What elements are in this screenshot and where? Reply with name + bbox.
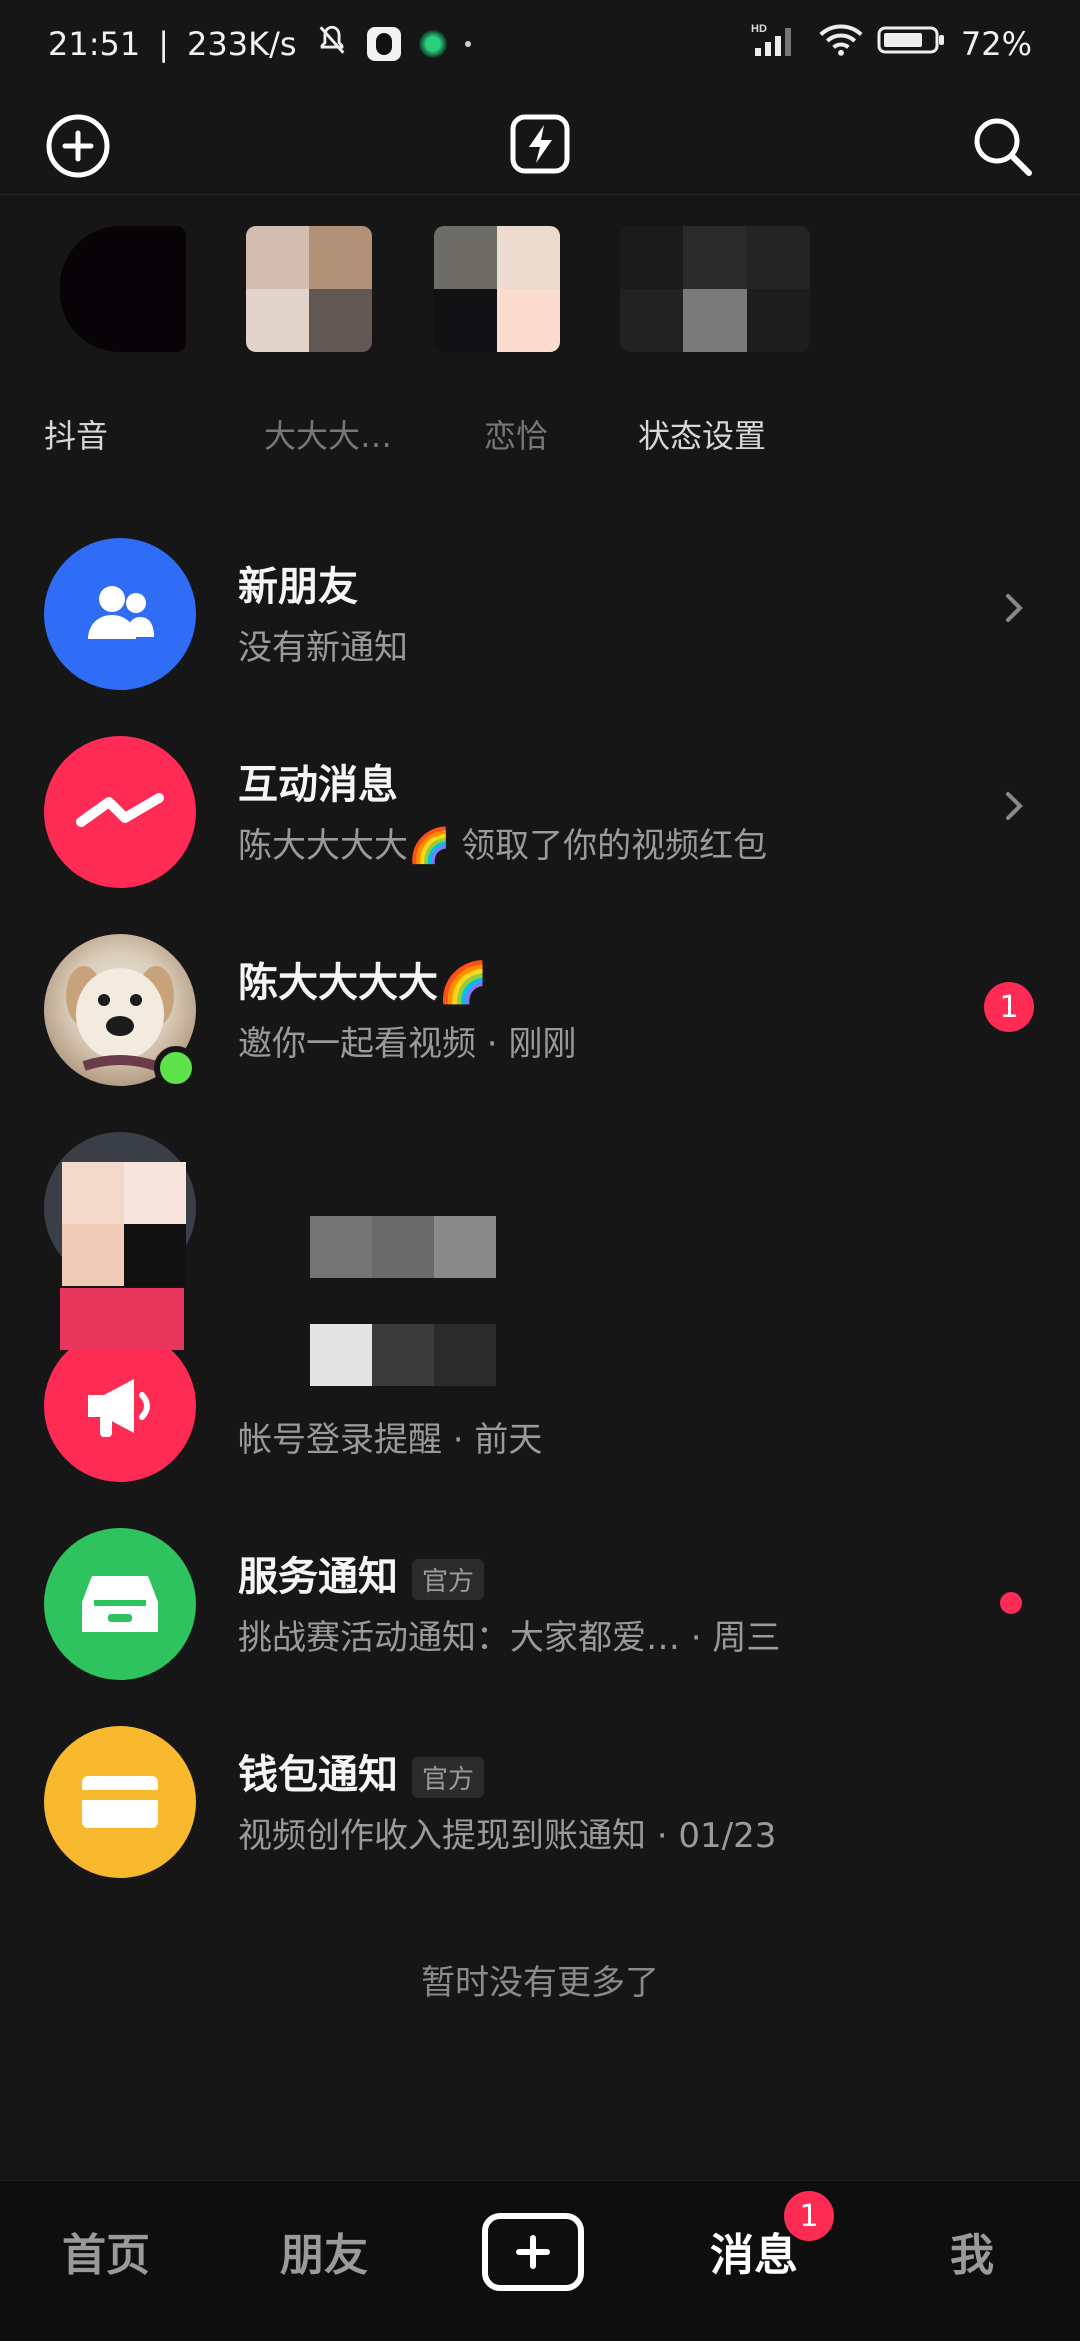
wifi-icon — [819, 23, 863, 65]
row-title-text: 钱包通知 — [238, 1752, 398, 1798]
story-avatar — [434, 226, 560, 352]
status-bar: 21:51 | 233K/s HD 72% — [0, 0, 1080, 88]
add-icon — [46, 114, 110, 178]
avatar — [44, 736, 196, 888]
nav-me[interactable]: 我 — [950, 2219, 994, 2283]
nav-home[interactable]: 首页 — [62, 2219, 150, 2283]
chevron-right-icon — [1006, 594, 1023, 622]
story-label: 恋恰 — [483, 417, 548, 455]
story-item[interactable]: 恋恰 — [434, 226, 574, 455]
story-avatar — [620, 226, 810, 352]
add-button[interactable] — [38, 106, 118, 186]
inbox-icon — [82, 1576, 158, 1632]
battery-icon — [877, 23, 947, 65]
avatar — [44, 538, 196, 690]
bottom-nav: 首页 朋友 消息 1 我 — [0, 2180, 1080, 2341]
avatar — [44, 1528, 196, 1680]
story-item[interactable]: 状态设置 — [620, 226, 810, 455]
search-icon — [974, 118, 1032, 176]
official-tag: 官方 — [412, 1756, 485, 1798]
card-icon — [82, 1776, 158, 1828]
list-item-hidden[interactable] — [0, 1114, 1080, 1312]
row-title: 钱包通知 官方 — [238, 1742, 485, 1800]
status-left: 21:51 | 233K/s — [48, 23, 471, 65]
story-label: 大大大… — [263, 417, 392, 455]
plus-icon — [516, 2235, 550, 2269]
search-button[interactable] — [962, 106, 1042, 186]
status-separator: | — [158, 25, 169, 63]
top-bar — [0, 88, 1080, 195]
row-subtitle: 视频创作收入提现到账通知 · 01/23 — [238, 1816, 777, 1856]
list-item-service-notice[interactable]: 服务通知 官方 挑战赛活动通知：大家都爱… · 周三 — [0, 1510, 1080, 1708]
story-avatar — [246, 226, 372, 352]
avatar — [44, 1726, 196, 1878]
story-label: 状态设置 — [637, 417, 766, 455]
row-title: 服务通知 官方 — [238, 1544, 485, 1602]
row-title-text: 服务通知 — [238, 1554, 398, 1600]
end-of-list-text: 暂时没有更多了 — [421, 1963, 659, 2003]
battery-percent: 72% — [960, 25, 1032, 63]
pixelated-overlay — [60, 1288, 184, 1350]
row-subtitle: 挑战赛活动通知：大家都爱… · 周三 — [238, 1618, 781, 1658]
mute-bell-icon — [315, 23, 349, 65]
list-item-login-reminder[interactable]: 帐号登录提醒 · 前天 — [0, 1288, 1080, 1510]
list-item-new-friends[interactable]: 新朋友 没有新通知 — [0, 520, 1080, 718]
friends-icon — [88, 586, 154, 639]
unread-dot — [1000, 1592, 1022, 1614]
network-speed: 233K/s — [187, 25, 297, 63]
flash-button[interactable] — [500, 104, 580, 184]
unread-count-badge: 1 — [984, 982, 1034, 1032]
flash-icon — [510, 114, 570, 174]
row-subtitle: 没有新通知 — [238, 628, 408, 668]
row-title: 陈大大大大🌈 — [238, 960, 488, 1006]
story-item[interactable]: 大大大… — [246, 226, 392, 455]
avatar — [44, 934, 198, 1090]
pixelated-text — [310, 1216, 496, 1278]
create-button[interactable] — [482, 2213, 584, 2291]
app-dot-icon — [418, 30, 447, 58]
row-title: 互动消息 — [238, 762, 398, 808]
signal-icon: HD — [751, 22, 805, 66]
official-tag: 官方 — [412, 1558, 485, 1600]
row-subtitle: 帐号登录提醒 · 前天 — [238, 1420, 543, 1460]
row-subtitle: 陈大大大大🌈 领取了你的视频红包 — [238, 826, 768, 866]
online-status-dot — [154, 1046, 198, 1090]
story-label: 抖音 — [44, 417, 109, 455]
messages-badge: 1 — [784, 2191, 834, 2241]
qq-icon — [366, 27, 401, 61]
list-item-chat[interactable]: 陈大大大大🌈 邀你一起看视频 · 刚刚 1 — [0, 916, 1080, 1114]
more-dot-icon — [464, 41, 471, 47]
chevron-right-icon — [1006, 792, 1023, 820]
pixelated-title — [310, 1324, 496, 1386]
pixelated-avatar — [62, 1162, 186, 1286]
lightning-wave-icon — [76, 793, 164, 827]
row-subtitle: 邀你一起看视频 · 刚刚 — [238, 1024, 577, 1064]
stories-row: 抖音 大大大… 恋恰 状态设置 — [0, 194, 1080, 494]
status-time: 21:51 — [48, 25, 141, 63]
avatar — [44, 1288, 196, 1482]
status-right: HD 72% — [751, 22, 1032, 66]
list-item-wallet-notice[interactable]: 钱包通知 官方 视频创作收入提现到账通知 · 01/23 — [0, 1708, 1080, 1906]
avatar — [44, 1132, 196, 1286]
story-avatar — [60, 226, 186, 352]
svg-text:HD: HD — [751, 23, 767, 35]
nav-messages[interactable]: 消息 — [710, 2219, 798, 2283]
story-item[interactable]: 抖音 — [44, 226, 200, 455]
row-title: 新朋友 — [238, 564, 358, 610]
nav-friends[interactable]: 朋友 — [280, 2219, 368, 2283]
megaphone-icon — [88, 1379, 150, 1437]
list-item-interactions[interactable]: 互动消息 陈大大大大🌈 领取了你的视频红包 — [0, 718, 1080, 916]
